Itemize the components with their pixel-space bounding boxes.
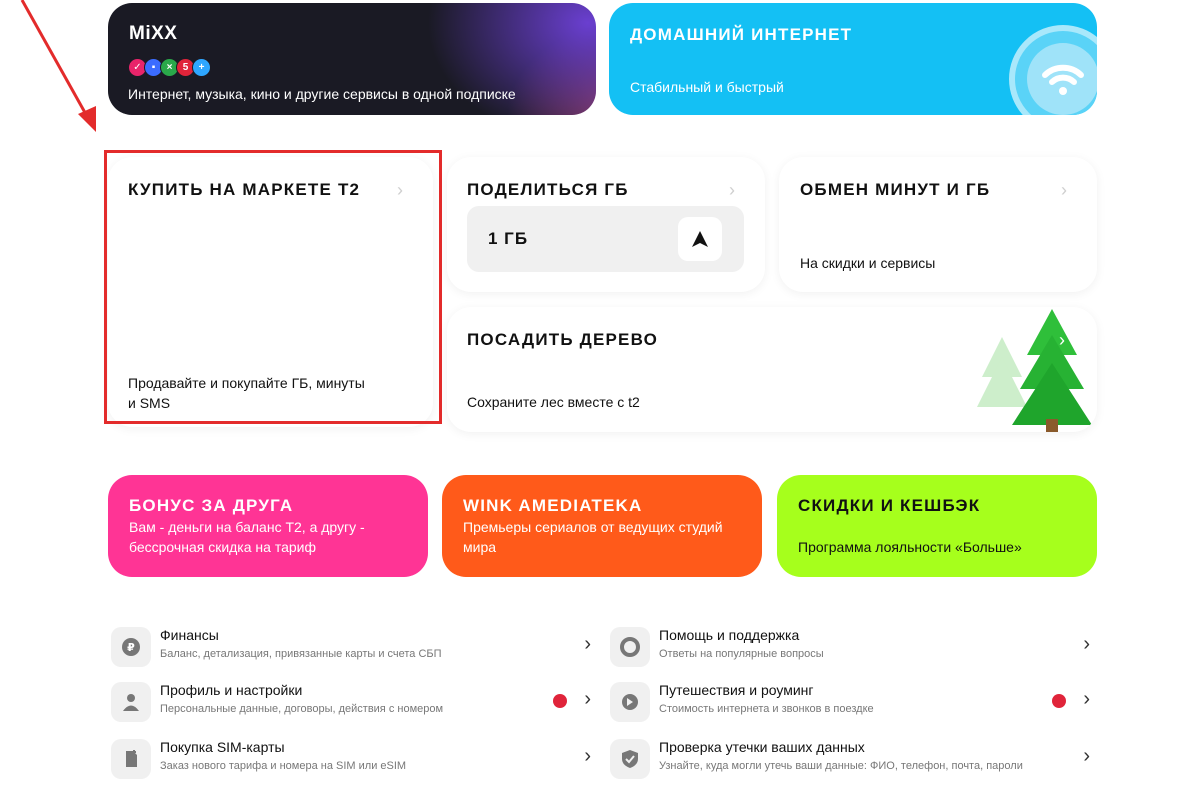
share-gb-box: 1 ГБ	[467, 206, 744, 272]
menu-item-title: Покупка SIM-карты	[160, 739, 285, 755]
chevron-right-icon: ›	[1059, 330, 1065, 350]
chevron-right-icon: ›	[1083, 745, 1090, 767]
wink-subtitle-line2: мира	[463, 539, 497, 555]
menu-item-title: Финансы	[160, 627, 219, 643]
mixx-subtitle: Интернет, музыка, кино и другие сервисы …	[128, 86, 516, 102]
menu-item-subtitle: Стоимость интернета и звонков в поездке	[659, 703, 874, 715]
shield-icon	[610, 739, 650, 779]
menu-item-title: Проверка утечки ваших данных	[659, 739, 865, 755]
mixx-card[interactable]: MiXX ✓ ▪ × 5 + Интернет, музыка, кино и …	[108, 3, 596, 115]
chevron-right-icon: ›	[584, 633, 591, 655]
chevron-right-icon: ›	[584, 688, 591, 710]
exchange-title: ОБМЕН МИНУТ И ГБ	[800, 180, 991, 199]
chevron-right-icon: ›	[1083, 688, 1090, 710]
globe-icon	[610, 682, 650, 722]
annotation-arrow	[20, 0, 96, 132]
person-icon	[111, 682, 151, 722]
bonus-friend-card[interactable]: БОНУС ЗА ДРУГА Вам - деньги на баланс Т2…	[108, 475, 428, 577]
cashback-title: СКИДКИ И КЕШБЭК	[798, 496, 981, 515]
home-internet-title: ДОМАШНИЙ ИНТЕРНЕТ	[630, 25, 853, 44]
share-gb-amount: 1 ГБ	[488, 229, 529, 248]
home-internet-subtitle: Стабильный и быстрый	[630, 79, 784, 95]
plant-tree-title: ПОСАДИТЬ ДЕРЕВО	[467, 330, 659, 349]
menu-item-sim[interactable]: Покупка SIM-карты Заказ нового тарифа и …	[111, 737, 591, 783]
chevron-right-icon: ›	[1083, 633, 1090, 655]
share-gb-card[interactable]: ПОДЕЛИТЬСЯ ГБ › 1 ГБ	[447, 157, 765, 292]
menu-item-subtitle: Баланс, детализация, привязанные карты и…	[160, 648, 442, 660]
wink-subtitle: Премьеры сериалов от ведущих студий мира	[463, 517, 723, 557]
menu-item-subtitle: Узнайте, куда могли утечь ваши данные: Ф…	[659, 760, 1023, 772]
menu-item-subtitle: Персональные данные, договоры, действия …	[160, 703, 444, 715]
notification-badge	[1052, 694, 1066, 708]
lifebuoy-icon	[610, 627, 650, 667]
bonus-subtitle: Вам - деньги на баланс Т2, а другу - бес…	[129, 517, 365, 557]
share-gb-title: ПОДЕЛИТЬСЯ ГБ	[467, 180, 629, 199]
menu-item-data-leak[interactable]: Проверка утечки ваших данных Узнайте, ку…	[610, 737, 1090, 783]
tree-illustration	[977, 309, 1092, 432]
menu-item-title: Помощь и поддержка	[659, 627, 800, 643]
cashback-subtitle: Программа лояльности «Больше»	[798, 539, 1022, 555]
wink-card[interactable]: WINK AMEDIATEKA Премьеры сериалов от вед…	[442, 475, 762, 577]
menu-item-title: Путешествия и роуминг	[659, 682, 814, 698]
plus-icon: +	[192, 58, 211, 77]
sim-icon	[111, 739, 151, 779]
menu-item-roaming[interactable]: Путешествия и роуминг Стоимость интернет…	[610, 680, 1090, 726]
mixx-service-icons: ✓ ▪ × 5 +	[128, 58, 211, 77]
menu-item-title: Профиль и настройки	[160, 682, 303, 698]
notification-badge	[553, 694, 567, 708]
wifi-icon	[1009, 25, 1097, 115]
exchange-subtitle: На скидки и сервисы	[800, 255, 936, 271]
bonus-subtitle-line2: бессрочная скидка на тариф	[129, 539, 316, 555]
ruble-icon: ₽	[111, 627, 151, 667]
menu-item-profile[interactable]: Профиль и настройки Персональные данные,…	[111, 680, 591, 726]
bonus-title: БОНУС ЗА ДРУГА	[129, 496, 294, 515]
mixx-title: MiXX	[129, 23, 178, 44]
exchange-card[interactable]: ОБМЕН МИНУТ И ГБ › На скидки и сервисы	[779, 157, 1097, 292]
wink-subtitle-line1: Премьеры сериалов от ведущих студий	[463, 519, 723, 535]
chevron-right-icon: ›	[584, 745, 591, 767]
wink-title: WINK AMEDIATEKA	[463, 496, 643, 515]
menu-item-subtitle: Заказ нового тарифа и номера на SIM или …	[160, 760, 407, 772]
cashback-card[interactable]: СКИДКИ И КЕШБЭК Программа лояльности «Бо…	[777, 475, 1097, 577]
menu-item-subtitle: Ответы на популярные вопросы	[659, 648, 824, 660]
menu-item-support[interactable]: Помощь и поддержка Ответы на популярные …	[610, 625, 1090, 671]
share-send-button[interactable]	[678, 217, 722, 261]
chevron-right-icon: ›	[1061, 180, 1067, 200]
chevron-right-icon: ›	[729, 180, 735, 200]
plant-tree-subtitle: Сохраните лес вместе с t2	[467, 394, 640, 410]
send-arrow-icon	[692, 231, 708, 247]
menu-item-finance[interactable]: ₽ Финансы Баланс, детализация, привязанн…	[111, 625, 591, 671]
plant-tree-card[interactable]: ПОСАДИТЬ ДЕРЕВО Сохраните лес вместе с t…	[447, 307, 1097, 432]
svg-text:₽: ₽	[127, 641, 135, 654]
highlight-box	[104, 150, 442, 424]
bonus-subtitle-line1: Вам - деньги на баланс Т2, а другу -	[129, 519, 365, 535]
home-internet-card[interactable]: ДОМАШНИЙ ИНТЕРНЕТ Стабильный и быстрый	[609, 3, 1097, 115]
